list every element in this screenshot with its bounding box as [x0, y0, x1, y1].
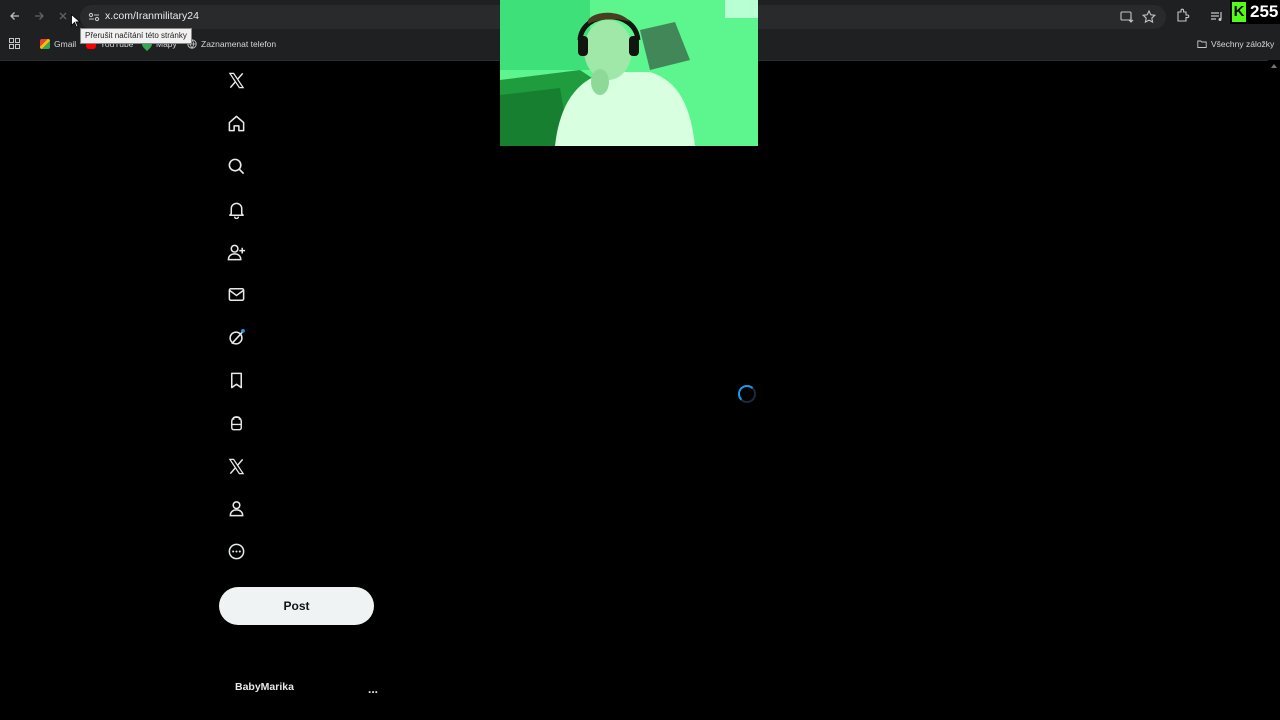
- scroll-up-arrow-icon[interactable]: [1271, 64, 1277, 68]
- nav-messages[interactable]: [224, 282, 248, 306]
- bookmark-zaznamenat[interactable]: Zaznamenat telefon: [187, 39, 276, 49]
- all-bookmarks-button[interactable]: Všechny záložky: [1197, 39, 1274, 49]
- mouse-cursor-icon: [71, 14, 81, 28]
- nav-notifications[interactable]: [224, 197, 248, 221]
- folder-icon: [1197, 40, 1207, 48]
- x-premium-icon: [228, 458, 244, 474]
- site-settings-icon[interactable]: [86, 9, 102, 25]
- bookmark-gmail[interactable]: Gmail: [40, 39, 76, 49]
- bookmark-label: Gmail: [54, 39, 77, 49]
- stop-loading-tooltip: Přerušit načítání této stránky: [80, 28, 192, 44]
- viewer-count-badge: K 255: [1230, 0, 1280, 24]
- loading-spinner-icon: [738, 385, 756, 403]
- install-app-icon[interactable]: [1119, 9, 1135, 25]
- nav-premium[interactable]: [224, 454, 248, 478]
- kick-logo: K: [1232, 2, 1246, 22]
- apps-grid-icon[interactable]: [9, 38, 20, 49]
- nav-home[interactable]: [224, 111, 248, 135]
- all-bookmarks-label: Všechny záložky: [1211, 39, 1275, 49]
- bookmark-label: Zaznamenat telefon: [201, 39, 277, 49]
- more-circle-icon: [228, 543, 244, 559]
- viewer-count: 255: [1250, 2, 1279, 21]
- account-more-button[interactable]: ...: [368, 682, 378, 696]
- grok-icon: [228, 328, 245, 345]
- nav-bookmarks[interactable]: [224, 368, 248, 392]
- nav-more[interactable]: [224, 539, 248, 563]
- nav-profile[interactable]: [224, 496, 248, 520]
- briefcase-icon: [230, 415, 242, 430]
- bookmark-icon: [230, 372, 242, 388]
- nav-follow[interactable]: [224, 240, 248, 264]
- stop-loading-button[interactable]: [55, 8, 71, 24]
- webcam-overlay: [500, 0, 758, 146]
- page-scrollbar[interactable]: [1268, 60, 1280, 720]
- back-button[interactable]: [7, 8, 23, 24]
- streamer-image: [500, 0, 758, 146]
- envelope-icon: [228, 287, 244, 301]
- close-icon: [59, 12, 67, 20]
- x-logo-icon: [228, 72, 244, 88]
- nav-jobs[interactable]: [224, 411, 248, 435]
- nav-grok[interactable]: [224, 325, 248, 349]
- media-controls-icon[interactable]: [1209, 8, 1225, 24]
- gmail-icon: [40, 39, 50, 49]
- forward-button[interactable]: [31, 8, 47, 24]
- profile-icon: [229, 500, 243, 516]
- arrow-right-icon: [35, 12, 44, 20]
- post-button[interactable]: Post: [219, 587, 374, 625]
- arrow-left-icon: [10, 12, 19, 20]
- bell-icon: [228, 202, 244, 219]
- account-switcher-name[interactable]: BabyMarika: [235, 681, 294, 693]
- search-icon: [228, 158, 244, 174]
- home-icon: [228, 115, 244, 131]
- x-logo[interactable]: [224, 68, 248, 92]
- star-icon[interactable]: [1141, 9, 1157, 25]
- url-text[interactable]: x.com/Iranmilitary24: [105, 10, 199, 22]
- add-user-icon: [227, 244, 245, 260]
- nav-explore[interactable]: [224, 154, 248, 178]
- extensions-icon[interactable]: [1174, 8, 1190, 24]
